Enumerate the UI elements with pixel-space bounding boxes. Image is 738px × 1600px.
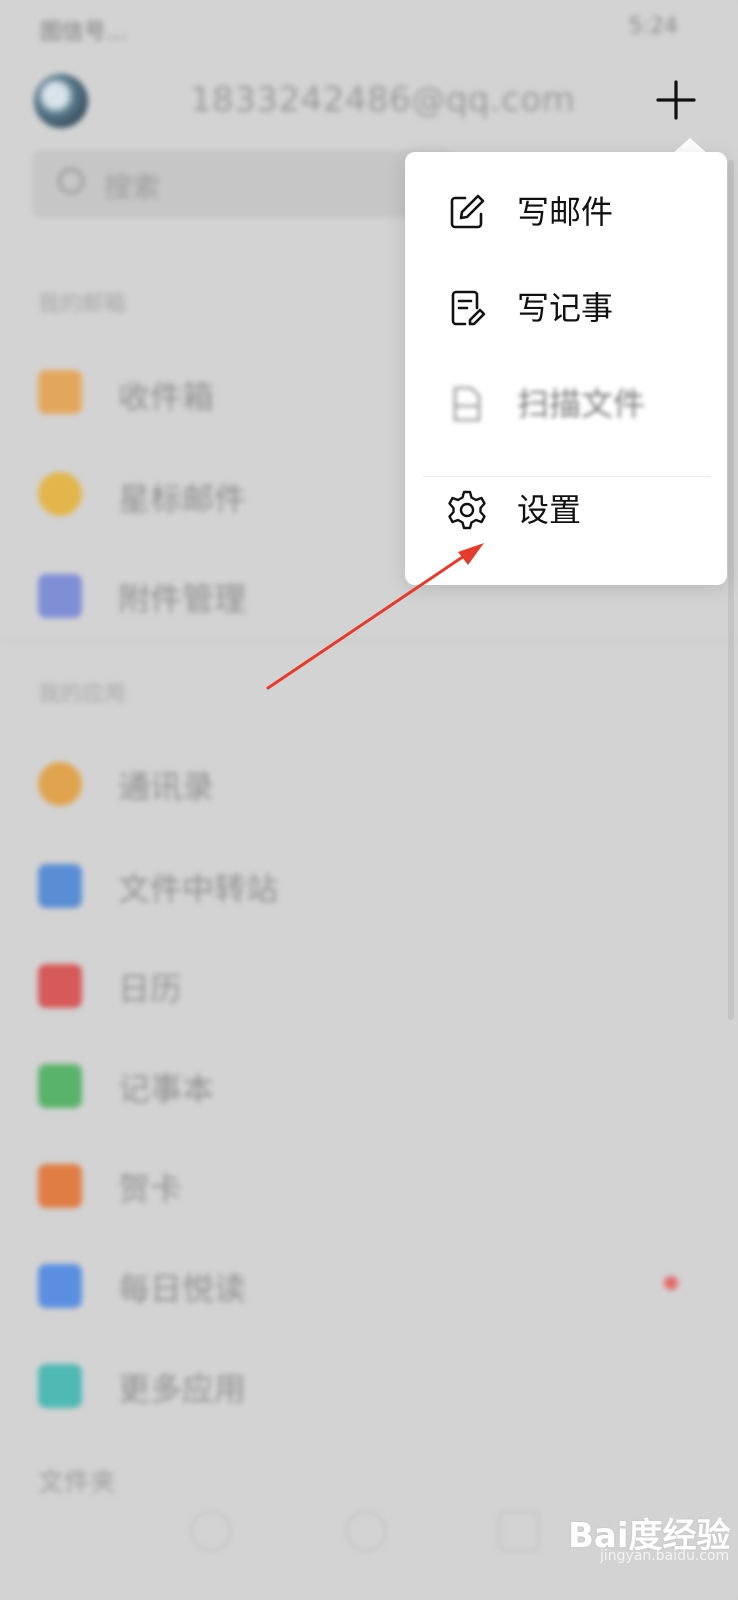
nav-home-icon [345,1510,387,1552]
menu-item-scan[interactable]: 扫描文件 [405,356,727,452]
attachment-icon [38,574,82,618]
nav-recent-icon [498,1510,540,1552]
avatar[interactable] [34,74,88,128]
inbox-icon [38,370,82,414]
plus-icon [656,80,696,120]
calendar-icon [38,964,82,1008]
sidebar-item-more-apps[interactable]: 更多应用 [118,1364,246,1410]
more-apps-icon [38,1364,82,1408]
greeting-card-icon [38,1164,82,1208]
section-title-mailbox: 我的邮箱 [38,292,127,317]
menu-item-settings[interactable]: 设置 [405,462,727,558]
menu-item-compose[interactable]: 写邮件 [405,164,727,260]
gear-icon [448,490,486,530]
sidebar-item-file-transfer[interactable]: 文件中转站 [118,864,278,910]
section-divider [0,640,738,642]
menu-label-note: 写记事 [517,289,614,327]
unread-dot [664,1276,678,1290]
star-icon [38,472,82,516]
sidebar-item-notebook[interactable]: 记事本 [118,1064,214,1110]
status-bar-left: 图信号… [40,20,129,45]
sidebar-item-attachments[interactable]: 附件管理 [118,574,246,620]
status-bar-time: 5:24 [628,14,678,39]
note-icon [451,290,486,326]
add-popup-menu: 写邮件 写记事 扫描文件 设置 [405,152,727,585]
search-icon [58,168,84,194]
section-title-folders: 文件夹 [38,1468,117,1498]
menu-item-note[interactable]: 写记事 [405,260,727,356]
sidebar-item-starred[interactable]: 星标邮件 [118,474,246,520]
scrollbar[interactable] [728,160,734,1020]
search-placeholder: 搜索 [104,171,161,204]
nav-search-icon [190,1510,232,1552]
file-transfer-icon [38,864,82,908]
menu-label-settings: 设置 [517,491,582,529]
section-title-apps: 我的应用 [38,682,127,707]
compose-icon [450,194,485,229]
sidebar-item-greeting-card[interactable]: 贺卡 [118,1164,182,1210]
sidebar-item-calendar[interactable]: 日历 [118,964,182,1010]
sidebar-item-daily-reading[interactable]: 每日悦读 [118,1264,246,1310]
add-button[interactable] [652,76,700,124]
watermark-url: jingyan.baidu.com [600,1548,730,1564]
contacts-icon [38,762,82,806]
menu-label-scan: 扫描文件 [517,385,646,423]
search-input[interactable] [32,150,452,218]
account-email: 1833242486@qq.com [190,80,576,120]
scan-doc-icon [453,386,481,422]
sidebar-item-inbox[interactable]: 收件箱 [118,372,214,418]
daily-reading-icon [38,1264,82,1308]
sidebar-item-contacts[interactable]: 通讯录 [118,762,214,808]
menu-label-compose: 写邮件 [517,193,614,231]
notebook-icon [38,1064,82,1108]
